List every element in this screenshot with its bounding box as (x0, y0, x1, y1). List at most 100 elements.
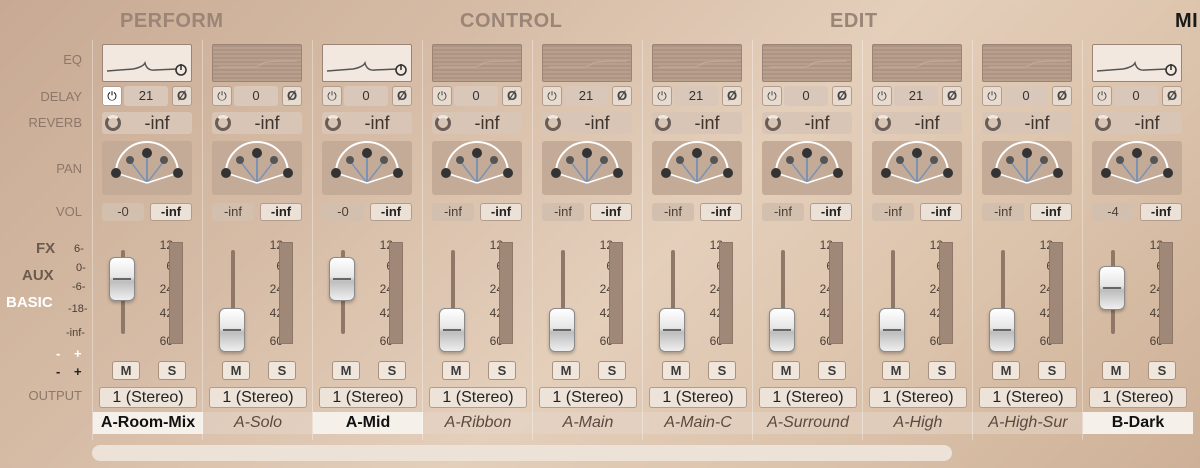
reverb-knob-icon[interactable] (215, 115, 231, 131)
volume-right[interactable]: -inf (590, 203, 632, 221)
volume-left[interactable]: -0 (102, 203, 144, 221)
eq-thumbnail[interactable] (982, 44, 1072, 82)
reverb-control[interactable]: -inf (322, 112, 412, 134)
phase-invert-icon[interactable]: Ø (612, 86, 632, 106)
pan-control[interactable] (762, 141, 852, 195)
tab-control[interactable]: CONTROL (460, 10, 562, 33)
mute-button[interactable]: M (992, 361, 1020, 380)
delay-power-icon[interactable]: ⏻ (102, 86, 122, 106)
pan-control[interactable] (652, 141, 742, 195)
phase-invert-icon[interactable]: Ø (282, 86, 302, 106)
reverb-knob-icon[interactable] (325, 115, 341, 131)
solo-button[interactable]: S (1038, 361, 1066, 380)
phase-invert-icon[interactable]: Ø (942, 86, 962, 106)
phase-invert-icon[interactable]: Ø (392, 86, 412, 106)
pan-control[interactable] (982, 141, 1072, 195)
eq-thumbnail[interactable] (872, 44, 962, 82)
eq-thumbnail[interactable] (212, 44, 302, 82)
delay-value[interactable]: 21 (564, 86, 608, 106)
side-aux-button[interactable]: AUX (22, 267, 54, 284)
eq-thumbnail[interactable] (102, 44, 192, 82)
pan-control[interactable] (432, 141, 522, 195)
output-select[interactable]: 1 (Stereo) (99, 387, 197, 408)
delay-value[interactable]: 0 (1004, 86, 1048, 106)
eq-thumbnail[interactable] (652, 44, 742, 82)
pan-control[interactable] (212, 141, 302, 195)
channel-name[interactable]: A-High (863, 412, 973, 434)
delay-value[interactable]: 21 (674, 86, 718, 106)
phase-invert-icon[interactable]: Ø (1052, 86, 1072, 106)
delay-value[interactable]: 21 (894, 86, 938, 106)
channel-name[interactable]: A-Ribbon (423, 412, 533, 434)
volume-left[interactable]: -inf (872, 203, 914, 221)
tab-perform[interactable]: PERFORM (120, 10, 224, 33)
delay-value[interactable]: 0 (784, 86, 828, 106)
output-select[interactable]: 1 (Stereo) (319, 387, 417, 408)
mute-button[interactable]: M (882, 361, 910, 380)
pan-control[interactable] (102, 141, 192, 195)
solo-button[interactable]: S (378, 361, 406, 380)
phase-invert-icon[interactable]: Ø (832, 86, 852, 106)
fader-handle[interactable] (1099, 266, 1125, 310)
volume-left[interactable]: -inf (982, 203, 1024, 221)
volume-left[interactable]: -4 (1092, 203, 1134, 221)
volume-right[interactable]: -inf (370, 203, 412, 221)
channel-name[interactable]: A-Main (533, 412, 643, 434)
solo-button[interactable]: S (708, 361, 736, 380)
side-basic-button[interactable]: BASIC (6, 294, 53, 311)
pan-control[interactable] (1092, 141, 1182, 195)
reverb-control[interactable]: -inf (102, 112, 192, 134)
delay-power-icon[interactable]: ⏻ (1092, 86, 1112, 106)
pan-control[interactable] (872, 141, 962, 195)
reverb-control[interactable]: -inf (872, 112, 962, 134)
reverb-control[interactable]: -inf (762, 112, 852, 134)
reverb-knob-icon[interactable] (105, 115, 121, 131)
horizontal-scrollbar[interactable] (92, 445, 952, 461)
solo-button[interactable]: S (158, 361, 186, 380)
mute-button[interactable]: M (112, 361, 140, 380)
output-select[interactable]: 1 (Stereo) (649, 387, 747, 408)
volume-left[interactable]: -inf (542, 203, 584, 221)
reverb-knob-icon[interactable] (1095, 115, 1111, 131)
zoom-in-small[interactable]: + (74, 346, 82, 361)
mute-button[interactable]: M (1102, 361, 1130, 380)
channel-name[interactable]: B-Dark (1083, 412, 1193, 434)
output-select[interactable]: 1 (Stereo) (869, 387, 967, 408)
delay-value[interactable]: 0 (344, 86, 388, 106)
reverb-control[interactable]: -inf (982, 112, 1072, 134)
volume-right[interactable]: -inf (150, 203, 192, 221)
side-fx-button[interactable]: FX (36, 240, 55, 257)
reverb-control[interactable]: -inf (432, 112, 522, 134)
delay-power-icon[interactable]: ⏻ (652, 86, 672, 106)
delay-value[interactable]: 0 (234, 86, 278, 106)
phase-invert-icon[interactable]: Ø (502, 86, 522, 106)
fader-handle[interactable] (879, 308, 905, 352)
eq-thumbnail[interactable] (762, 44, 852, 82)
reverb-knob-icon[interactable] (655, 115, 671, 131)
eq-thumbnail[interactable] (432, 44, 522, 82)
delay-power-icon[interactable]: ⏻ (322, 86, 342, 106)
mute-button[interactable]: M (222, 361, 250, 380)
zoom-in-large[interactable]: + (74, 364, 82, 379)
channel-name[interactable]: A-Solo (203, 412, 313, 434)
output-select[interactable]: 1 (Stereo) (759, 387, 857, 408)
solo-button[interactable]: S (598, 361, 626, 380)
delay-power-icon[interactable]: ⏻ (982, 86, 1002, 106)
reverb-knob-icon[interactable] (765, 115, 781, 131)
mute-button[interactable]: M (662, 361, 690, 380)
phase-invert-icon[interactable]: Ø (172, 86, 192, 106)
volume-right[interactable]: -inf (920, 203, 962, 221)
mute-button[interactable]: M (552, 361, 580, 380)
pan-control[interactable] (322, 141, 412, 195)
mute-button[interactable]: M (332, 361, 360, 380)
solo-button[interactable]: S (268, 361, 296, 380)
volume-left[interactable]: -inf (762, 203, 804, 221)
channel-name[interactable]: A-High-Sur (973, 412, 1083, 434)
eq-thumbnail[interactable] (322, 44, 412, 82)
solo-button[interactable]: S (488, 361, 516, 380)
phase-invert-icon[interactable]: Ø (1162, 86, 1182, 106)
reverb-knob-icon[interactable] (875, 115, 891, 131)
solo-button[interactable]: S (928, 361, 956, 380)
volume-right[interactable]: -inf (810, 203, 852, 221)
delay-power-icon[interactable]: ⏻ (432, 86, 452, 106)
